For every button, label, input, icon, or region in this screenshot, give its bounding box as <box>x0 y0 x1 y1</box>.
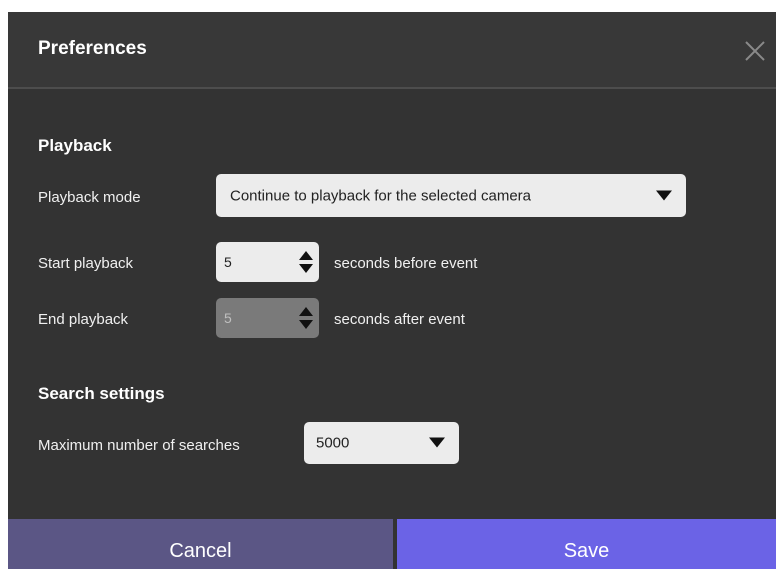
start-playback-label: Start playback <box>38 255 134 272</box>
playback-mode-select[interactable]: Continue to playback for the selected ca… <box>216 174 686 217</box>
search-settings-title: Search settings <box>38 384 165 403</box>
max-searches-select[interactable]: 5000 <box>304 422 459 464</box>
start-playback-stepper[interactable]: 5 <box>216 242 319 282</box>
playback-mode-label: Playback mode <box>38 189 141 206</box>
stepper-arrows-icon <box>299 304 313 332</box>
dialog-title: Preferences <box>38 38 147 59</box>
end-playback-value: 5 <box>224 310 232 326</box>
start-playback-value: 5 <box>224 254 232 270</box>
end-playback-stepper: 5 <box>216 298 319 338</box>
end-playback-suffix: seconds after event <box>334 311 465 328</box>
end-playback-label: End playback <box>38 311 129 328</box>
start-playback-suffix: seconds before event <box>334 255 478 272</box>
chevron-down-icon <box>429 435 445 452</box>
save-button[interactable]: Save <box>397 519 776 569</box>
chevron-down-icon <box>656 187 672 204</box>
max-searches-value: 5000 <box>316 434 350 452</box>
dialog-footer: Cancel Save <box>8 519 776 569</box>
preferences-dialog: Preferences Playback Playback mode Conti… <box>8 12 776 569</box>
dialog-header: Preferences <box>8 12 776 89</box>
max-searches-label: Maximum number of searches <box>38 437 240 454</box>
playback-section-title: Playback <box>38 136 112 155</box>
cancel-button[interactable]: Cancel <box>8 519 393 569</box>
close-icon[interactable] <box>740 36 770 66</box>
playback-mode-value: Continue to playback for the selected ca… <box>230 187 532 204</box>
stepper-arrows-icon[interactable] <box>299 248 313 276</box>
